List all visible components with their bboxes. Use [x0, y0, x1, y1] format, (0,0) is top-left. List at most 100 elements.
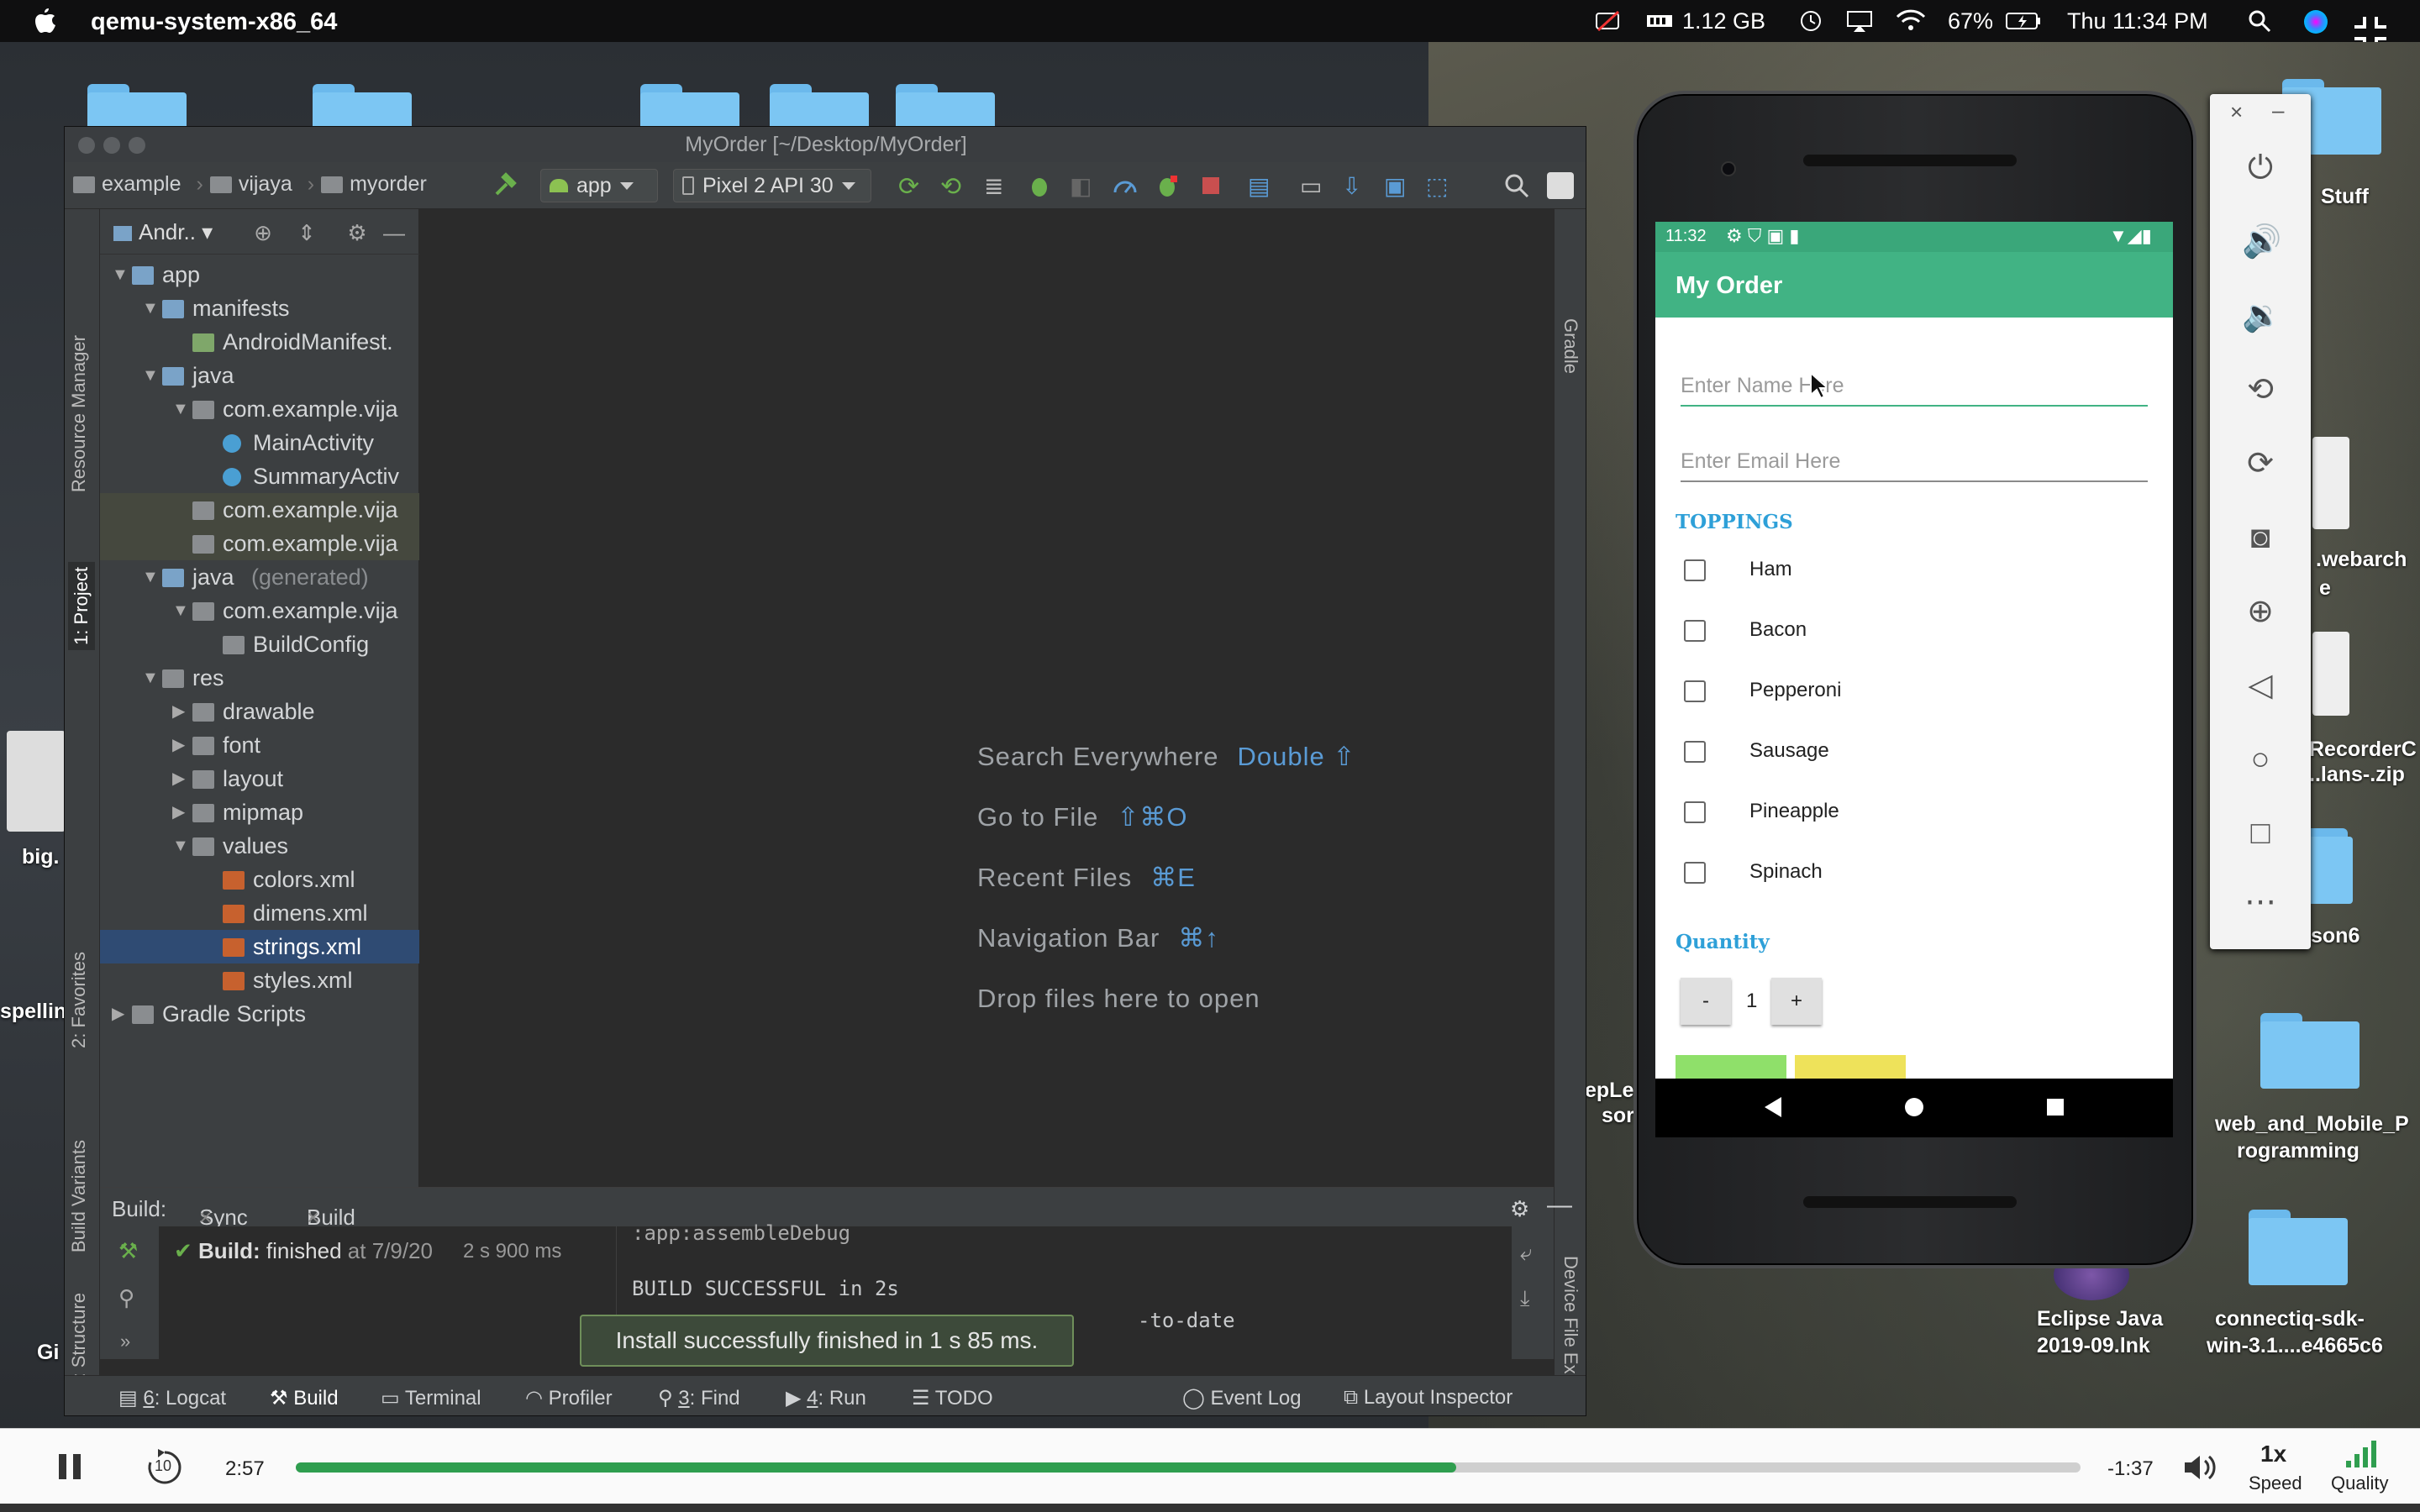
- desktop-item-label[interactable]: Stuff: [2321, 183, 2369, 210]
- expand-arrow-icon[interactable]: ▼: [172, 594, 189, 627]
- tree-item[interactable]: ▶ Gradle Scripts: [100, 997, 419, 1031]
- debug-icon[interactable]: [1026, 172, 1053, 199]
- tab-find[interactable]: ⚲ 3: Find: [658, 1386, 740, 1410]
- desktop-item-label[interactable]: web_and_Mobile_P: [2215, 1110, 2409, 1137]
- tab-event-log[interactable]: ◯ Event Log: [1182, 1386, 1302, 1410]
- expand-arrow-icon[interactable]: ▼: [142, 359, 159, 392]
- desktop-item-label[interactable]: connectiq-sdk-: [2215, 1305, 2365, 1332]
- tab-todo[interactable]: ☰ TODO: [912, 1386, 993, 1410]
- tree-item[interactable]: ▼ app: [100, 258, 419, 291]
- desktop-item-label[interactable]: son6: [2311, 922, 2360, 949]
- battery-charging-icon[interactable]: [2005, 8, 2042, 34]
- close-icon[interactable]: ×: [2230, 99, 2243, 125]
- hide-panel-icon[interactable]: —: [1547, 1191, 1572, 1220]
- gear-icon[interactable]: ⚙: [345, 221, 369, 244]
- expand-arrow-icon[interactable]: ▼: [142, 560, 159, 594]
- siri-icon[interactable]: [2302, 8, 2331, 34]
- checkbox[interactable]: [1684, 801, 1706, 823]
- window-title-bar[interactable]: MyOrder [~/Desktop/MyOrder]: [65, 127, 1586, 162]
- apply-changes-restart-icon[interactable]: ⟳: [898, 172, 925, 201]
- search-icon[interactable]: [1503, 172, 1530, 199]
- email-field[interactable]: Enter Email Here: [1681, 440, 2148, 482]
- decrement-button[interactable]: -: [1681, 978, 1731, 1025]
- expand-arrow-icon[interactable]: ▼: [172, 829, 189, 863]
- tree-item[interactable]: AndroidManifest.: [100, 325, 419, 359]
- install-notification-balloon[interactable]: Install successfully finished in 1 s 85 …: [580, 1315, 1074, 1367]
- home-icon[interactable]: [1902, 1095, 1926, 1119]
- desktop-item-label[interactable]: RecorderC: [2309, 736, 2417, 763]
- exit-fullscreen-icon[interactable]: [2349, 12, 2386, 49]
- memory-icon[interactable]: [1645, 8, 1674, 34]
- bolt-off-icon[interactable]: [1595, 8, 1623, 34]
- tab-gradle[interactable]: Gradle: [1560, 318, 1581, 374]
- breadcrumb-item[interactable]: vijaya: [239, 172, 292, 197]
- increment-button[interactable]: +: [1771, 978, 1822, 1025]
- device-manager-icon[interactable]: ▣: [1384, 172, 1411, 199]
- checkbox[interactable]: [1684, 620, 1706, 642]
- project-view-select[interactable]: Andr.. ▾: [113, 219, 213, 245]
- document-icon[interactable]: [7, 731, 66, 832]
- volume-down-icon[interactable]: 🔉: [2242, 297, 2281, 334]
- stop-icon[interactable]: [1197, 172, 1224, 199]
- tab-layout-inspector[interactable]: ⧉ Layout Inspector: [1344, 1386, 1512, 1410]
- desktop-item-label[interactable]: big.: [22, 843, 59, 870]
- overview-icon[interactable]: □: [2242, 815, 2279, 852]
- minimize-window-button[interactable]: [103, 137, 120, 154]
- tab-resource-manager[interactable]: Resource Manager: [68, 335, 90, 492]
- sync-project-icon[interactable]: ▤: [1248, 172, 1275, 199]
- tab-build[interactable]: ⚒ Build: [270, 1386, 339, 1410]
- apply-code-changes-icon[interactable]: ⟲: [940, 172, 967, 201]
- progress-track[interactable]: [296, 1462, 2081, 1473]
- desktop-folder[interactable]: [2306, 828, 2353, 904]
- make-project-hammer-icon[interactable]: [492, 172, 518, 199]
- desktop-item-label[interactable]: Gi: [37, 1339, 59, 1366]
- collapse-arrow-icon[interactable]: ▶: [112, 997, 129, 1031]
- tree-item[interactable]: com.example.vija: [100, 493, 419, 527]
- camera-icon[interactable]: ◙: [2242, 519, 2279, 556]
- name-field[interactable]: Enter Name Here: [1681, 365, 2148, 407]
- collapse-all-icon[interactable]: ⇕: [295, 221, 318, 244]
- tab-run[interactable]: ▶ 4: Run: [786, 1386, 866, 1410]
- build-status-row[interactable]: ✔ Build: finished at 7/9/20: [174, 1238, 433, 1264]
- checkbox[interactable]: [1684, 680, 1706, 702]
- expand-arrow-icon[interactable]: ▼: [112, 258, 129, 291]
- desktop-item-label[interactable]: epLe: [1585, 1077, 1634, 1104]
- tree-item[interactable]: colors.xml: [100, 863, 419, 896]
- zoom-window-button[interactable]: [129, 137, 145, 154]
- collapse-arrow-icon[interactable]: ▶: [172, 695, 189, 728]
- expand-arrow-icon[interactable]: ▼: [172, 392, 189, 426]
- desktop-item-label[interactable]: Eclipse Java: [2037, 1305, 2163, 1332]
- tree-item[interactable]: styles.xml: [100, 963, 419, 997]
- tree-item[interactable]: ▼ java: [100, 359, 419, 392]
- locate-icon[interactable]: ⊕: [251, 221, 275, 244]
- time-machine-icon[interactable]: [1798, 8, 1827, 34]
- zip-icon[interactable]: [2312, 632, 2349, 716]
- rotate-right-icon[interactable]: ⟳: [2242, 445, 2279, 482]
- tree-item[interactable]: BuildConfig: [100, 627, 419, 661]
- quality-label[interactable]: Quality: [2331, 1473, 2388, 1494]
- app-menu-name[interactable]: qemu-system-x86_64: [91, 8, 337, 36]
- sdk-manager-icon[interactable]: ⇩: [1342, 172, 1369, 199]
- tab-terminal[interactable]: ▭ Terminal: [381, 1386, 481, 1410]
- recents-icon[interactable]: [2044, 1095, 2067, 1119]
- tab-project[interactable]: 1: Project: [68, 562, 95, 650]
- expand-arrow-icon[interactable]: ▼: [142, 291, 159, 325]
- order-button[interactable]: [1676, 1055, 1786, 1079]
- tree-item[interactable]: ▼ values: [100, 829, 419, 863]
- tree-item[interactable]: ▶ font: [100, 728, 419, 762]
- back-icon[interactable]: [1761, 1095, 1785, 1119]
- power-icon[interactable]: ⏻: [2242, 150, 2279, 186]
- run-configuration-select[interactable]: app: [540, 169, 658, 202]
- back-icon[interactable]: ◁: [2242, 667, 2279, 704]
- minimize-icon[interactable]: –: [2272, 97, 2284, 123]
- pause-icon[interactable]: [55, 1451, 84, 1483]
- tree-item[interactable]: ▼ manifests: [100, 291, 419, 325]
- tree-item[interactable]: ▼ com.example.vija: [100, 594, 419, 627]
- gear-icon[interactable]: ⚙: [1510, 1196, 1529, 1222]
- volume-up-icon[interactable]: 🔊: [2242, 223, 2281, 260]
- collapse-arrow-icon[interactable]: ▶: [172, 795, 189, 829]
- desktop-folder[interactable]: [2249, 1210, 2348, 1285]
- playback-speed-value[interactable]: 1x: [2260, 1441, 2286, 1467]
- more-icon[interactable]: ⋯: [2242, 884, 2279, 921]
- apple-icon[interactable]: [32, 7, 57, 35]
